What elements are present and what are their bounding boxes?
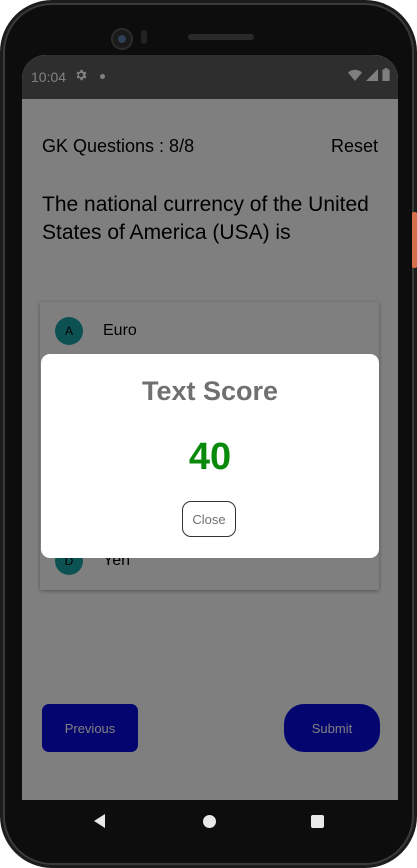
power-button	[412, 212, 417, 268]
system-nav-bar	[22, 800, 398, 846]
recent-apps-icon[interactable]	[311, 815, 324, 828]
home-icon[interactable]	[203, 815, 216, 828]
dialog-title: Text Score	[141, 376, 279, 406]
back-icon[interactable]	[94, 814, 105, 828]
sensor	[141, 30, 147, 44]
score-value: 40	[188, 436, 232, 478]
screen: 10:04 GK Questions :	[22, 55, 398, 800]
earpiece-speaker	[188, 34, 254, 40]
front-camera-icon	[111, 28, 133, 50]
score-dialog: Text Score 40 Close	[41, 354, 379, 558]
phone-frame: 10:04 GK Questions :	[0, 0, 417, 868]
close-button[interactable]: Close	[182, 501, 236, 537]
